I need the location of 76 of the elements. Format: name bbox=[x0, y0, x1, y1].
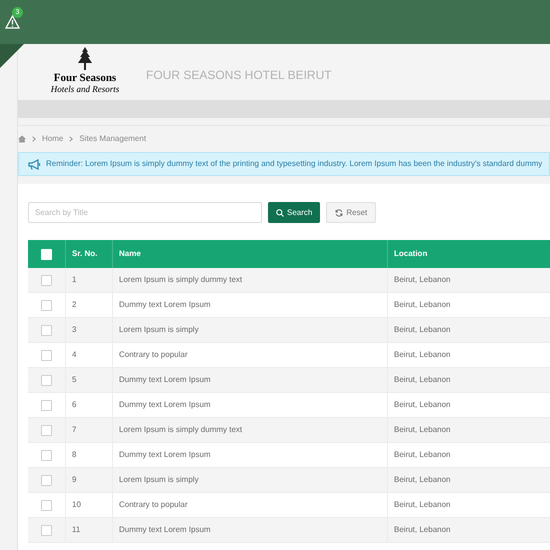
chevron-icon bbox=[69, 136, 74, 142]
table-row[interactable]: 8 Dummy text Lorem Ipsum Beirut, Lebanon bbox=[28, 443, 550, 468]
table-cell: Beirut, Lebanon bbox=[394, 349, 450, 361]
column-header: Location bbox=[394, 248, 428, 260]
table-cell: Beirut, Lebanon bbox=[394, 274, 450, 286]
corner-fold-icon bbox=[0, 44, 24, 68]
table-cell: Contrary to popular bbox=[119, 349, 188, 361]
table-row[interactable]: 6 Dummy text Lorem Ipsum Beirut, Lebanon bbox=[28, 393, 550, 418]
search-button[interactable]: Search bbox=[268, 202, 320, 223]
table-cell: 6 bbox=[72, 399, 76, 411]
table-cell: Beirut, Lebanon bbox=[394, 324, 450, 336]
search-icon bbox=[276, 208, 284, 216]
table-cell: 2 bbox=[72, 299, 76, 311]
home-icon[interactable] bbox=[18, 135, 26, 143]
table-cell: Lorem Ipsum is simply bbox=[119, 474, 199, 486]
checkbox[interactable] bbox=[41, 500, 52, 510]
table-cell: Beirut, Lebanon bbox=[394, 474, 450, 486]
table-cell: 1 bbox=[72, 274, 76, 286]
table-cell: Beirut, Lebanon bbox=[394, 424, 450, 436]
column-header: Name bbox=[119, 248, 141, 260]
checkbox[interactable] bbox=[41, 374, 52, 386]
checkbox[interactable] bbox=[41, 300, 52, 310]
breadcrumb-link[interactable]: Home bbox=[42, 133, 64, 145]
table-cell: 9 bbox=[72, 474, 76, 486]
reminder-text: Reminder: Lorem Ipsum is simply dummy text of the printing and typesetting industry. Lorem Ipsum has been the industry's standard dummy bbox=[46, 158, 542, 170]
search-field[interactable]: Search by Title bbox=[28, 202, 262, 223]
checkbox[interactable] bbox=[41, 274, 52, 286]
megaphone-icon bbox=[28, 158, 41, 170]
table-row[interactable]: 7 Lorem Ipsum is simply dummy text Beirut, Lebanon bbox=[28, 418, 550, 443]
table-cell: Dummy text Lorem Ipsum bbox=[119, 524, 211, 536]
table-row[interactable]: 2 Dummy text Lorem Ipsum Beirut, Lebanon bbox=[28, 293, 550, 318]
reset-button[interactable]: Reset bbox=[326, 202, 376, 223]
checkbox[interactable] bbox=[41, 424, 52, 436]
refresh-icon bbox=[335, 208, 344, 216]
table-cell: 11 bbox=[72, 524, 80, 536]
table-cell: Beirut, Lebanon bbox=[394, 499, 450, 511]
checkbox[interactable] bbox=[41, 524, 52, 536]
warning-icon[interactable] bbox=[5, 15, 20, 29]
breadcrumb-link[interactable]: Sites Management bbox=[79, 133, 146, 145]
table-row[interactable]: 5 Dummy text Lorem Ipsum Beirut, Lebanon bbox=[28, 368, 550, 393]
table-cell: Beirut, Lebanon bbox=[394, 299, 450, 311]
logo-tagline: Hotels and Resorts bbox=[50, 84, 120, 94]
checkbox[interactable] bbox=[41, 350, 52, 360]
tree-logo-icon bbox=[76, 46, 94, 72]
table-cell: 8 bbox=[72, 449, 76, 461]
checkbox[interactable] bbox=[41, 400, 52, 410]
table-row[interactable]: 11 Dummy text Lorem Ipsum Beirut, Lebanon bbox=[28, 518, 550, 543]
checkbox[interactable] bbox=[41, 474, 52, 486]
table-cell: Beirut, Lebanon bbox=[394, 449, 450, 461]
table-cell: Lorem Ipsum is simply dummy text bbox=[119, 274, 242, 286]
column-header: Sr. No. bbox=[72, 248, 98, 260]
table-cell: Dummy text Lorem Ipsum bbox=[119, 299, 211, 311]
table-cell: 5 bbox=[72, 374, 76, 386]
logo-wordmark: Four Seasons bbox=[54, 72, 116, 84]
table-cell: Lorem Ipsum is simply bbox=[119, 324, 199, 336]
table-cell: 4 bbox=[72, 349, 76, 361]
checkbox[interactable] bbox=[41, 450, 52, 460]
table-cell: 10 bbox=[72, 499, 81, 511]
table-cell: Beirut, Lebanon bbox=[394, 399, 450, 411]
hotel-title: FOUR SEASONS HOTEL BEIRUT bbox=[146, 67, 332, 84]
table-cell: Beirut, Lebanon bbox=[394, 524, 450, 536]
table-row[interactable]: 10 Contrary to popular Beirut, Lebanon bbox=[28, 493, 550, 518]
table-cell: Dummy text Lorem Ipsum bbox=[119, 374, 211, 386]
table-cell: Contrary to popular bbox=[119, 499, 188, 511]
table-cell: 7 bbox=[72, 424, 76, 436]
chevron-icon bbox=[32, 136, 36, 142]
table-cell: Dummy text Lorem Ipsum bbox=[119, 399, 211, 411]
table-row[interactable]: 3 Lorem Ipsum is simply Beirut, Lebanon bbox=[28, 318, 550, 343]
table-cell: Beirut, Lebanon bbox=[394, 374, 450, 386]
table-row[interactable]: 1 Lorem Ipsum is simply dummy text Beirut, Lebanon bbox=[28, 268, 550, 293]
table-row[interactable]: 9 Lorem Ipsum is simply Beirut, Lebanon bbox=[28, 468, 550, 493]
table-cell: 3 bbox=[72, 324, 76, 336]
table-cell: Dummy text Lorem Ipsum bbox=[119, 449, 211, 461]
checkbox[interactable] bbox=[41, 324, 52, 336]
table-cell: Lorem Ipsum is simply dummy text bbox=[119, 424, 242, 436]
table-row[interactable]: 4 Contrary to popular Beirut, Lebanon bbox=[28, 343, 550, 368]
